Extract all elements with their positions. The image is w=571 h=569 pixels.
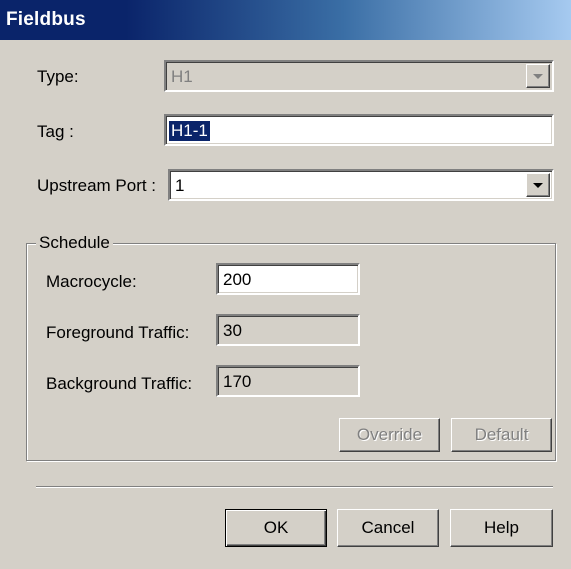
type-combobox: H1 <box>164 60 554 92</box>
help-button[interactable]: Help <box>450 509 553 547</box>
foreground-traffic-label: Foreground Traffic: <box>46 323 190 342</box>
tag-label: Tag : <box>37 122 74 141</box>
background-traffic-field: 170 <box>216 365 360 397</box>
ok-button[interactable]: OK <box>225 509 327 547</box>
chevron-down-icon <box>533 73 543 79</box>
type-value: H1 <box>171 67 193 86</box>
fieldbus-dialog: Fieldbus Type: H1 Tag : H1-1 Upstream Po… <box>0 0 571 569</box>
macrocycle-value: 200 <box>223 270 252 289</box>
upstream-port-dropdown-button[interactable] <box>526 173 550 197</box>
upstream-port-value: 1 <box>175 176 185 195</box>
background-traffic-label: Background Traffic: <box>46 374 193 393</box>
background-traffic-value: 170 <box>223 372 252 391</box>
default-button[interactable]: Default <box>451 418 552 452</box>
macrocycle-label: Macrocycle: <box>46 272 137 291</box>
type-label: Type: <box>37 67 79 86</box>
foreground-traffic-field: 30 <box>216 314 360 346</box>
title-bar[interactable]: Fieldbus <box>0 0 571 40</box>
separator <box>36 486 553 488</box>
upstream-port-combobox[interactable]: 1 <box>168 169 554 201</box>
tag-input[interactable]: H1-1 <box>164 114 554 146</box>
foreground-traffic-value: 30 <box>223 321 242 340</box>
tag-value: H1-1 <box>169 121 210 141</box>
type-dropdown-button <box>526 64 550 88</box>
override-button[interactable]: Override <box>339 418 440 452</box>
cancel-button[interactable]: Cancel <box>337 509 439 547</box>
upstream-port-label: Upstream Port : <box>37 176 157 195</box>
macrocycle-input[interactable]: 200 <box>216 263 360 295</box>
chevron-down-icon <box>533 182 543 188</box>
window-title: Fieldbus <box>6 9 86 30</box>
schedule-group-title: Schedule <box>36 233 113 253</box>
